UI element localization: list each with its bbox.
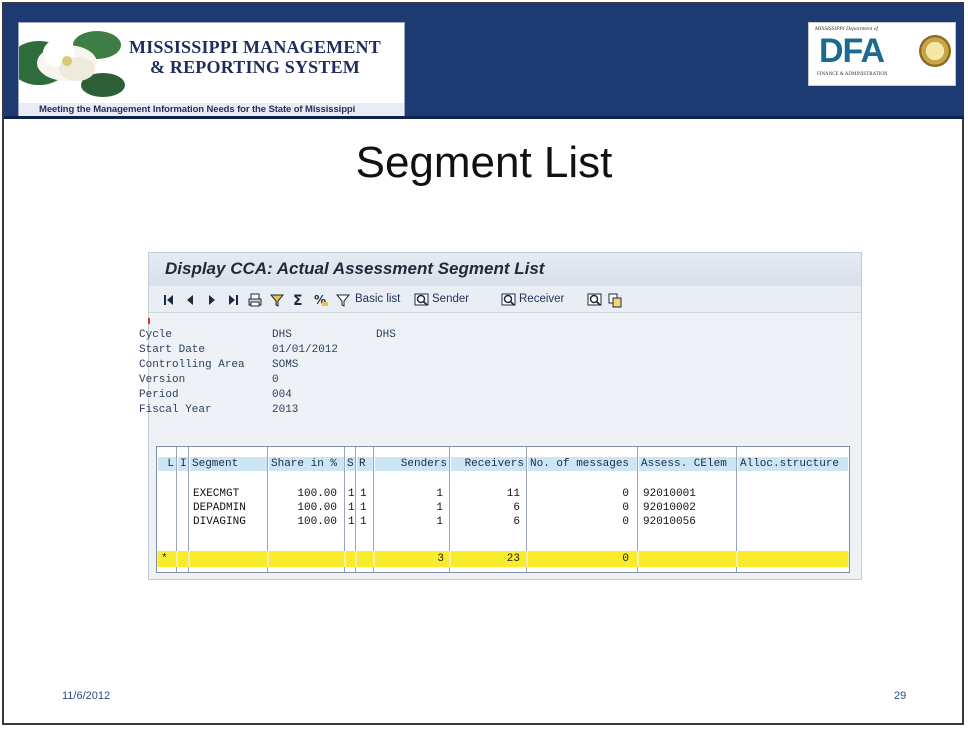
cell-share: 100.00 — [297, 488, 337, 500]
column-header[interactable]: I — [178, 457, 188, 471]
cell-receivers: 6 — [513, 516, 520, 528]
first-page-icon[interactable] — [163, 289, 175, 309]
filter-icon[interactable] — [269, 289, 285, 309]
field-value: DHS — [272, 329, 292, 341]
header-band: MISSISSIPPI MANAGEMENT & REPORTING SYSTE… — [4, 4, 964, 119]
sum-icon[interactable]: Σ — [291, 289, 307, 309]
cell-r: 1 — [360, 516, 367, 528]
totals-senders: 3 — [375, 551, 449, 567]
dfa-logo: MISSISSIPPI Department of DFA FINANCE & … — [808, 22, 956, 86]
msrs-title: MISSISSIPPI MANAGEMENT & REPORTING SYSTE… — [115, 37, 395, 77]
svg-text:Σ: Σ — [293, 293, 303, 308]
totals-row: * 3 23 0 — [157, 551, 849, 567]
field-value: 0 — [272, 374, 279, 386]
state-seal-icon — [919, 35, 951, 67]
totals-receivers: 23 — [451, 551, 526, 567]
totals-messages: 0 — [528, 551, 637, 567]
column-header[interactable]: S — [346, 457, 355, 471]
field-value: 01/01/2012 — [272, 344, 339, 356]
cell-receivers: 6 — [513, 502, 520, 514]
grid-header: L I Segment Share in % S R Senders Recei… — [157, 447, 849, 481]
field-label: Cycle — [139, 329, 173, 341]
field-value: SOMS — [272, 359, 299, 371]
cell-messages: 0 — [622, 516, 629, 528]
column-header[interactable]: No. of messages — [528, 457, 637, 471]
cell-s: 1 — [348, 516, 355, 528]
field-label: Start Date — [139, 344, 206, 356]
slide-title: Segment List — [355, 138, 613, 187]
receiver-button[interactable]: Receiver — [519, 289, 564, 309]
slide-page-number: 29 — [894, 690, 907, 702]
print-icon[interactable] — [247, 289, 263, 309]
cell-s: 1 — [348, 488, 355, 500]
sender-button[interactable]: Sender — [432, 289, 469, 309]
segment-grid: L I Segment Share in % S R Senders Recei… — [156, 446, 850, 573]
sap-window-title: Display CCA: Actual Assessment Segment L… — [165, 259, 545, 278]
totals-marker: * — [158, 551, 176, 567]
dfa-letters: DFA — [819, 32, 885, 70]
sap-toolbar: Σ % Basic list Sender Receiver — [149, 286, 861, 313]
receiver-search-icon[interactable] — [501, 289, 517, 309]
cell-celem: 92010056 — [643, 516, 696, 528]
cell-messages: 0 — [622, 502, 629, 514]
totals-cell-alloc — [738, 551, 848, 567]
cell-senders: 1 — [436, 516, 443, 528]
column-header[interactable]: Receivers — [451, 457, 526, 471]
cell-share: 100.00 — [297, 516, 337, 528]
totals-cell-segment — [190, 551, 267, 567]
msrs-title-line1: MISSISSIPPI MANAGEMENT — [129, 37, 381, 57]
sender-search-icon[interactable] — [414, 289, 430, 309]
cell-messages: 0 — [622, 488, 629, 500]
cell-senders: 1 — [436, 502, 443, 514]
cell-celem: 92010001 — [643, 488, 696, 500]
subtotal-icon[interactable]: % — [313, 289, 329, 309]
copy-icon[interactable] — [607, 289, 623, 309]
cell-segment: DIVAGING — [193, 516, 246, 528]
cell-segment: DEPADMIN — [193, 502, 246, 514]
set-filter-icon[interactable] — [335, 289, 351, 309]
field-value: 004 — [272, 389, 292, 401]
cell-celem: 92010002 — [643, 502, 696, 514]
totals-cell-i — [178, 551, 188, 567]
sap-titlebar: Display CCA: Actual Assessment Segment L… — [149, 253, 861, 287]
column-header[interactable]: Alloc.structure — [738, 457, 848, 471]
column-header[interactable]: Senders — [375, 457, 449, 471]
column-header[interactable]: Segment — [190, 457, 267, 471]
field-label: Version — [139, 374, 186, 386]
cell-receivers: 11 — [506, 488, 520, 500]
red-marker — [148, 318, 150, 324]
field-label: Fiscal Year — [139, 404, 212, 416]
cell-s: 1 — [348, 502, 355, 514]
msrs-logo: MISSISSIPPI MANAGEMENT & REPORTING SYSTE… — [18, 22, 405, 118]
column-header[interactable]: L — [158, 457, 176, 471]
field-label: Period — [139, 389, 179, 401]
field-label: Controlling Area — [139, 359, 245, 371]
header-fields: Cycle DHS DHS Start Date 01/01/2012 Control… — [139, 329, 539, 429]
dfa-letters-text: DFA — [819, 32, 885, 70]
cell-senders: 1 — [436, 488, 443, 500]
basic-list-button[interactable]: Basic list — [355, 289, 400, 309]
cell-share: 100.00 — [297, 502, 337, 514]
last-page-icon[interactable] — [227, 289, 239, 309]
slide-date: 11/6/2012 — [62, 690, 111, 702]
column-header[interactable]: Assess. CElem — [639, 457, 736, 471]
totals-cell-celem — [639, 551, 736, 567]
msrs-tagline: Meeting the Management Information Needs… — [19, 103, 404, 117]
totals-cell-r — [357, 551, 373, 567]
detail-search-icon[interactable] — [587, 289, 603, 309]
cell-segment: EXECMGT — [193, 488, 240, 500]
column-header[interactable]: R — [357, 457, 373, 471]
cell-r: 1 — [360, 488, 367, 500]
field-value-2: DHS — [376, 329, 396, 341]
column-header[interactable]: Share in % — [269, 457, 344, 471]
dfa-bottom-text: FINANCE & ADMINISTRATION — [817, 72, 888, 77]
msrs-title-line2: & REPORTING SYSTEM — [150, 57, 360, 77]
next-page-icon[interactable] — [207, 289, 217, 309]
previous-page-icon[interactable] — [185, 289, 195, 309]
totals-cell-share — [269, 551, 344, 567]
totals-cell-s — [346, 551, 355, 567]
magnolia-icon — [19, 31, 125, 97]
field-value: 2013 — [272, 404, 299, 416]
cell-r: 1 — [360, 502, 367, 514]
